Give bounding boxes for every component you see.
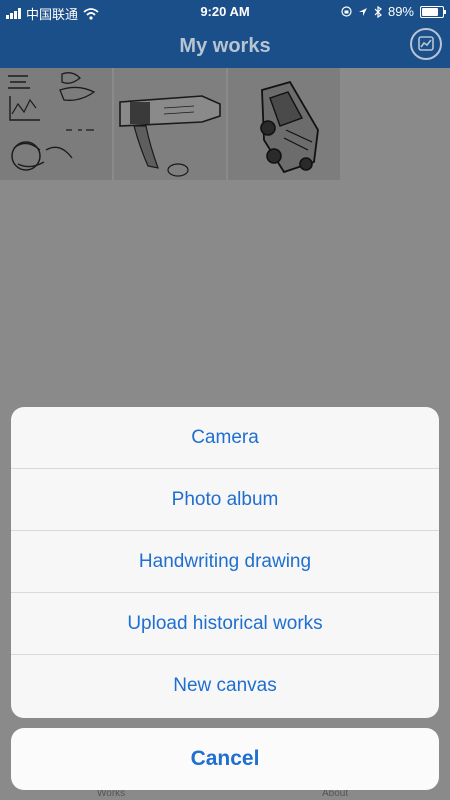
nav-bar: My works bbox=[0, 24, 450, 68]
page-title: My works bbox=[179, 35, 271, 57]
work-thumbnail[interactable] bbox=[228, 68, 340, 180]
work-thumbnail[interactable] bbox=[114, 68, 226, 180]
handwriting-drawing-option[interactable]: Handwriting drawing bbox=[11, 531, 439, 593]
cancel-button[interactable]: Cancel bbox=[11, 728, 439, 790]
battery-icon bbox=[420, 5, 446, 18]
camera-option[interactable]: Camera bbox=[11, 407, 439, 469]
status-bar: 中国联通 9:20 AM 89% bbox=[0, 0, 450, 24]
new-canvas-option[interactable]: New canvas bbox=[11, 655, 439, 717]
bottle-sketch-image bbox=[114, 68, 226, 180]
location-icon bbox=[358, 7, 367, 16]
bluetooth-icon bbox=[374, 5, 382, 18]
car-sketch-image bbox=[228, 68, 340, 180]
work-thumbnail[interactable] bbox=[0, 68, 112, 180]
photo-album-option[interactable]: Photo album bbox=[11, 469, 439, 531]
upload-historical-works-option[interactable]: Upload historical works bbox=[11, 593, 439, 655]
action-sheet: Camera Photo album Handwriting drawing U… bbox=[11, 407, 439, 718]
chart-icon bbox=[418, 36, 434, 51]
battery-fill bbox=[422, 7, 439, 16]
status-right: 89% bbox=[341, 4, 446, 19]
chart-button[interactable] bbox=[410, 28, 442, 60]
orientation-lock-icon bbox=[341, 6, 352, 17]
battery-percent: 89% bbox=[387, 4, 414, 19]
back-to-school-sketch-image bbox=[0, 68, 112, 180]
